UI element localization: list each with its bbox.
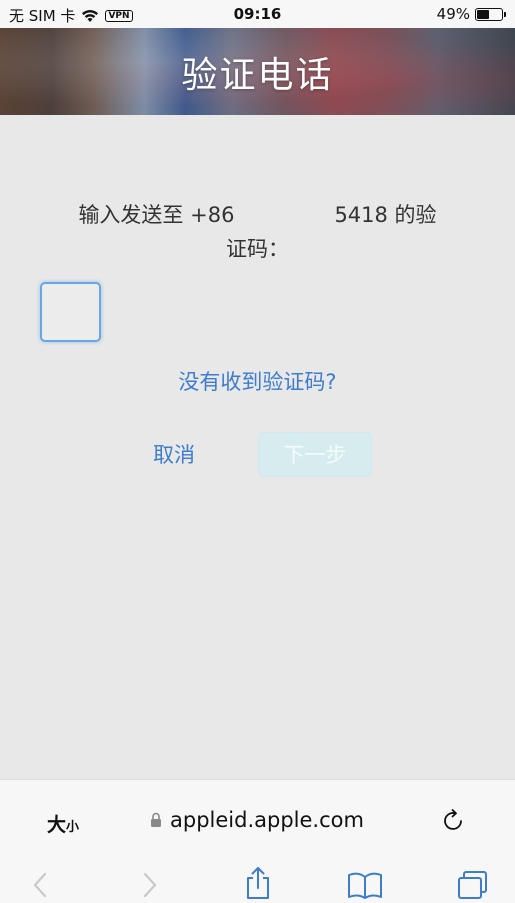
prompt-prefix: 输入发送至 +86 [78, 203, 235, 227]
url-text: appleid.apple.com [170, 808, 364, 832]
resend-code-link[interactable]: 没有收到验证码? [0, 366, 515, 396]
battery-icon [475, 7, 506, 21]
next-button[interactable]: 下一步 [258, 432, 372, 477]
verification-code-input[interactable] [40, 282, 101, 342]
prompt-suffix: 5418 的验 [334, 203, 437, 227]
reload-icon[interactable] [441, 808, 467, 834]
battery-fill [477, 9, 489, 19]
tabs-icon[interactable] [456, 870, 490, 900]
bookmarks-icon[interactable] [347, 870, 383, 900]
forward-icon[interactable] [140, 870, 160, 900]
page-title: 验证电话 [181, 54, 334, 96]
status-bar: 无 SIM 卡 VPN 09:16 49% [0, 0, 515, 28]
address-bar[interactable]: appleid.apple.com [150, 808, 364, 832]
text-size-big: 大 [47, 814, 67, 836]
prompt-line2: 证码： [226, 237, 289, 261]
browser-bottom-bar: 大小 appleid.apple.com [0, 779, 515, 903]
lock-icon [151, 812, 161, 827]
cancel-button[interactable]: 取消 [130, 440, 218, 470]
text-size-small: 小 [66, 820, 80, 835]
back-icon[interactable] [30, 870, 50, 900]
status-right: 49% [436, 5, 506, 23]
text-size-button[interactable]: 大小 [47, 810, 79, 837]
header-banner: 验证电话 [0, 28, 515, 115]
battery-percent: 49% [436, 5, 470, 23]
verification-prompt: 输入发送至 +86 5418 的验 证码： [40, 198, 475, 266]
share-icon[interactable] [243, 866, 273, 900]
